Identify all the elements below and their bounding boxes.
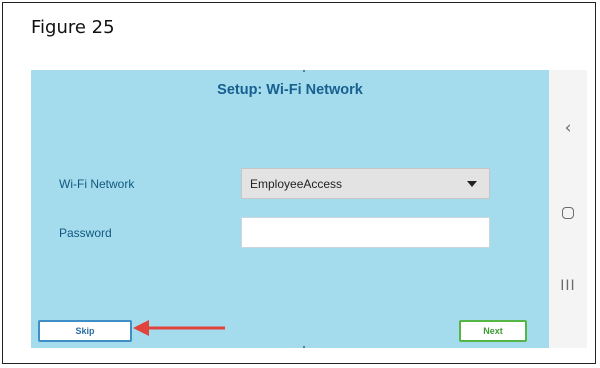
back-icon[interactable]: ‹ bbox=[549, 118, 587, 138]
figure-caption: Figure 25 bbox=[31, 17, 115, 38]
home-icon[interactable] bbox=[549, 204, 587, 223]
recent-apps-icon[interactable]: III bbox=[549, 278, 587, 294]
wifi-network-label: Wi-Fi Network bbox=[59, 177, 135, 191]
next-button[interactable]: Next bbox=[459, 320, 527, 342]
wifi-network-select[interactable]: EmployeeAccess bbox=[241, 168, 490, 199]
tablet-screenshot: Setup: Wi-Fi Network Wi-Fi Network Emplo… bbox=[31, 70, 587, 348]
wifi-network-selected: EmployeeAccess bbox=[250, 177, 343, 191]
dropdown-caret-icon bbox=[467, 181, 477, 187]
arrow-icon bbox=[133, 320, 225, 336]
password-label: Password bbox=[59, 226, 112, 240]
bottom-marker bbox=[303, 346, 305, 348]
setup-screen: Setup: Wi-Fi Network Wi-Fi Network Emplo… bbox=[31, 70, 549, 348]
top-marker bbox=[303, 70, 305, 72]
password-field[interactable] bbox=[241, 217, 490, 248]
page-title: Setup: Wi-Fi Network bbox=[217, 82, 363, 98]
figure-frame: Figure 25 Setup: Wi-Fi Network Wi-Fi Net… bbox=[2, 2, 596, 364]
skip-button[interactable]: Skip bbox=[38, 320, 132, 342]
android-nav-bar: ‹ III bbox=[549, 70, 587, 348]
